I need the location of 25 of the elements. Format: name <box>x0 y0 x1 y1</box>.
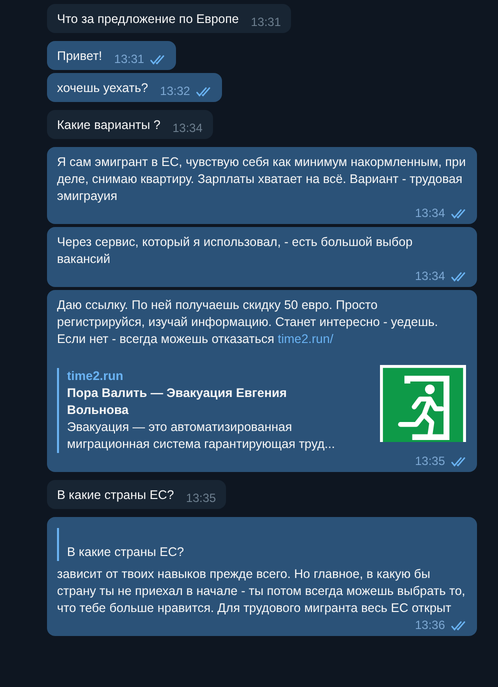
message-time: 13:36 <box>414 617 445 634</box>
message-time: 13:34 <box>414 205 445 222</box>
message-text: Даю ссылку. По ней получаешь скидку 50 евро. Просто регистрируйся, изучай информацию. Станет интересно - уедешь. Если нет - всегда можешь отказаться time2.run/ <box>57 297 439 348</box>
message-time: 13:31 <box>114 51 144 68</box>
link-preview[interactable]: time2.run Пора Валить — Эвакуация Евгения Вольнова Эвакуация — это автоматизированная миграционная система гарантирующая труд... <box>57 368 357 453</box>
message-text: Привет! <box>57 48 102 65</box>
preview-site: time2.run <box>67 368 124 385</box>
exit-sign-icon <box>379 364 467 442</box>
message-text: хочешь уехать? <box>57 80 148 97</box>
message-text: Через сервис, который я использовал, - есть большой выбор вакансий <box>57 234 414 268</box>
message-time: 13:32 <box>160 83 190 100</box>
message-text: зависит от твоих навыков прежде всего. Но главное, в какую бы страну ты не приехал в начале - ты потом всегда можешь выбрать то, что тебе больше нравится. Для трудового мигранта весь ЕС открыт <box>57 566 466 617</box>
message-link[interactable]: time2.run/ <box>278 332 334 346</box>
message-time: 13:31 <box>250 14 281 31</box>
message-text: Что за предложение по Европе <box>57 11 239 28</box>
message-time: 13:34 <box>172 120 203 137</box>
preview-description: Эвакуация — это автоматизированная миграционная система гарантирующая труд... <box>67 419 336 453</box>
message-time: 13:35 <box>414 453 445 470</box>
reply-quote: В какие страны ЕС? <box>57 528 467 561</box>
message-time: 13:34 <box>414 268 445 285</box>
message-text: В какие страны ЕС? <box>57 487 174 504</box>
preview-title: Пора Валить — Эвакуация Евгения Вольнова <box>67 385 288 419</box>
message-text: Я сам эмигрант в ЕС, чувствую себя как минимум накормленным, при деле, снимаю квартиру. Зарплаты хватает на всё. Вариант - трудовая эмиграуия <box>57 154 467 205</box>
message-time: 13:35 <box>186 490 216 507</box>
message-text: Какие варианты ? <box>57 117 160 134</box>
